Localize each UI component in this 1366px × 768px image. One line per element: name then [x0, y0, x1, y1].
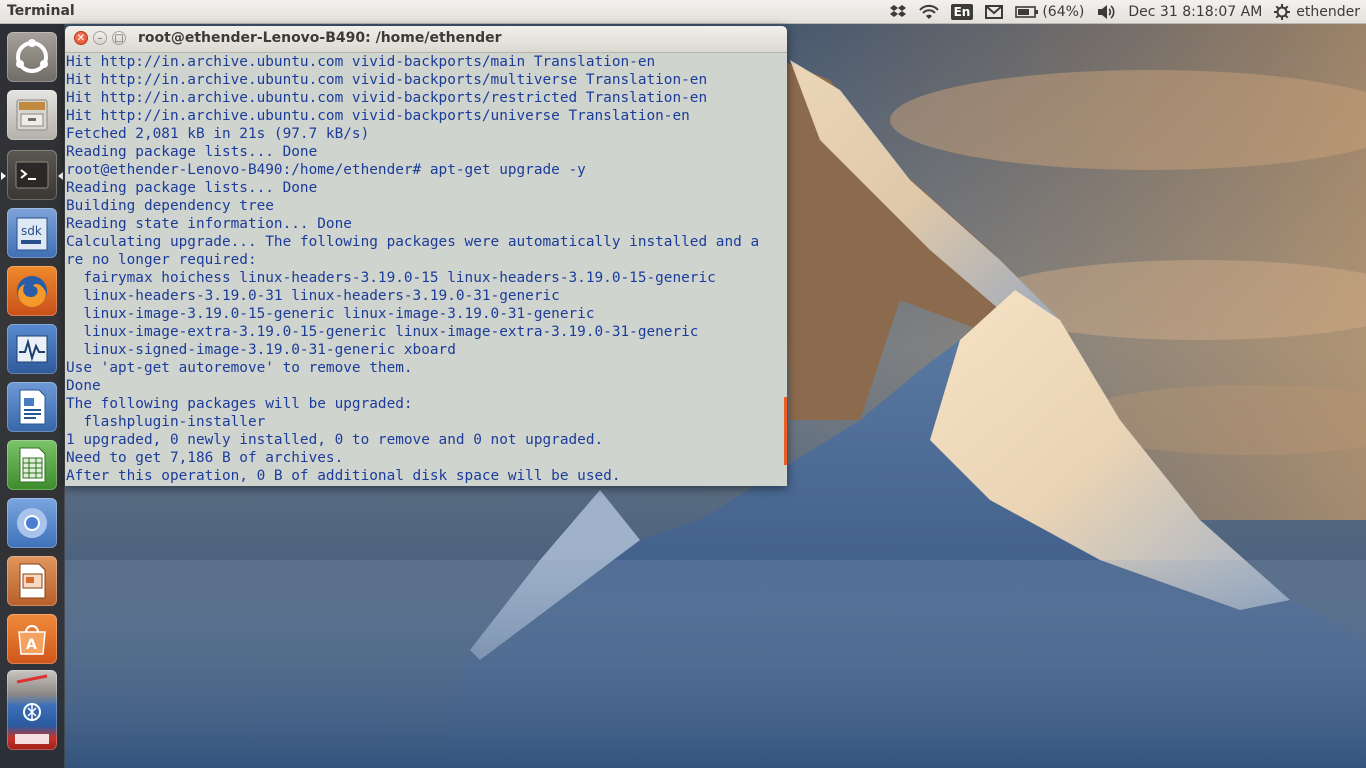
terminal-line: Done [66, 378, 101, 394]
terminal-line: flashplugin-installer [66, 414, 266, 430]
terminal-line: Building dependency tree [66, 198, 274, 214]
terminal-line: Reading state information... Done [66, 216, 352, 232]
software-center-icon[interactable]: A [7, 614, 57, 664]
close-button[interactable]: ✕ [74, 31, 88, 45]
battery-percent: (64%) [1042, 4, 1085, 20]
svg-text:A: A [26, 637, 37, 653]
firefox-icon[interactable] [7, 266, 57, 316]
keyboard-layout-label: En [950, 4, 974, 20]
active-indicator [58, 172, 63, 180]
terminal-line: linux-signed-image-3.19.0-31-generic xbo… [66, 342, 456, 358]
terminal-text: Hit http://in.archive.ubuntu.com vivid-b… [65, 53, 787, 485]
terminal-line: Hit http://in.archive.ubuntu.com vivid-b… [66, 72, 708, 88]
terminal-line: root@ethender-Lenovo-B490:/home/ethender… [66, 162, 586, 178]
chromium-icon[interactable] [7, 498, 57, 548]
running-indicator [1, 172, 6, 180]
battery-icon [1015, 6, 1039, 18]
terminal-output[interactable]: Hit http://in.archive.ubuntu.com vivid-b… [65, 53, 787, 486]
terminal-icon[interactable] [7, 150, 57, 200]
terminal-titlebar[interactable]: ✕ – □ root@ethender-Lenovo-B490: /home/e… [65, 26, 787, 53]
terminal-line: Hit http://in.archive.ubuntu.com vivid-b… [66, 90, 708, 106]
indicator-area: En (64%) Dec 31 8:18:07 AM ethender [877, 0, 1360, 24]
ubuntu-dash-icon[interactable] [7, 32, 57, 82]
dropbox-icon[interactable] [889, 4, 907, 20]
libreoffice-impress-icon[interactable] [7, 556, 57, 606]
terminal-line: 1 upgraded, 0 newly installed, 0 to remo… [66, 432, 604, 448]
terminal-line: linux-image-3.19.0-15-generic linux-imag… [66, 306, 595, 322]
terminal-line: Need to get 7,186 B of archives. [66, 450, 344, 466]
terminal-line: Calculating upgrade... The following pac… [66, 234, 760, 250]
terminal-line: After this operation, 0 B of additional … [66, 468, 621, 484]
user-name: ethender [1296, 4, 1360, 20]
terminal-line: The following packages will be upgraded: [66, 396, 413, 412]
terminal-line: Fetched 2,081 kB in 21s (97.7 kB/s) [66, 126, 370, 142]
files-icon[interactable] [7, 90, 57, 140]
terminal-line: Reading package lists... Done [66, 180, 318, 196]
libreoffice-writer-icon[interactable] [7, 382, 57, 432]
terminal-line: fairymax hoichess linux-headers-3.19.0-1… [66, 270, 716, 286]
terminal-line: linux-headers-3.19.0-31 linux-headers-3.… [66, 288, 560, 304]
svg-text:sdk: sdk [21, 224, 42, 238]
terminal-line: Hit http://in.archive.ubuntu.com vivid-b… [66, 54, 656, 70]
maximize-button[interactable]: □ [112, 31, 126, 45]
session-menu[interactable]: ethender [1274, 4, 1360, 20]
terminal-line: re no longer required: [66, 252, 257, 268]
top-panel: Terminal En (64%) Dec 31 8:18:07 AM ethe… [0, 0, 1366, 24]
launcher-overflow-icon[interactable] [7, 670, 57, 750]
terminal-line: Use 'apt-get autoremove' to remove them. [66, 360, 413, 376]
scrollbar-indicator[interactable] [784, 397, 787, 465]
gear-icon [1274, 4, 1291, 20]
terminal-line: Reading package lists... Done [66, 144, 318, 160]
sdk-manager-icon[interactable]: sdk [7, 208, 57, 258]
mail-icon[interactable] [985, 5, 1004, 19]
keyboard-layout-indicator[interactable]: En [950, 4, 974, 20]
system-monitor-icon[interactable] [7, 324, 57, 374]
minimize-button[interactable]: – [93, 31, 107, 45]
wifi-icon[interactable] [918, 4, 939, 20]
battery-indicator[interactable]: (64%) [1015, 4, 1084, 20]
terminal-window[interactable]: ✕ – □ root@ethender-Lenovo-B490: /home/e… [65, 26, 787, 486]
volume-icon[interactable] [1096, 4, 1116, 20]
terminal-line: Hit http://in.archive.ubuntu.com vivid-b… [66, 108, 690, 124]
terminal-title: root@ethender-Lenovo-B490: /home/ethende… [138, 30, 502, 46]
libreoffice-calc-icon[interactable] [7, 440, 57, 490]
active-app-title: Terminal [7, 3, 75, 19]
terminal-line: linux-image-extra-3.19.0-15-generic linu… [66, 324, 699, 340]
launcher: sdk A [0, 24, 65, 768]
clock[interactable]: Dec 31 8:18:07 AM [1128, 4, 1262, 20]
